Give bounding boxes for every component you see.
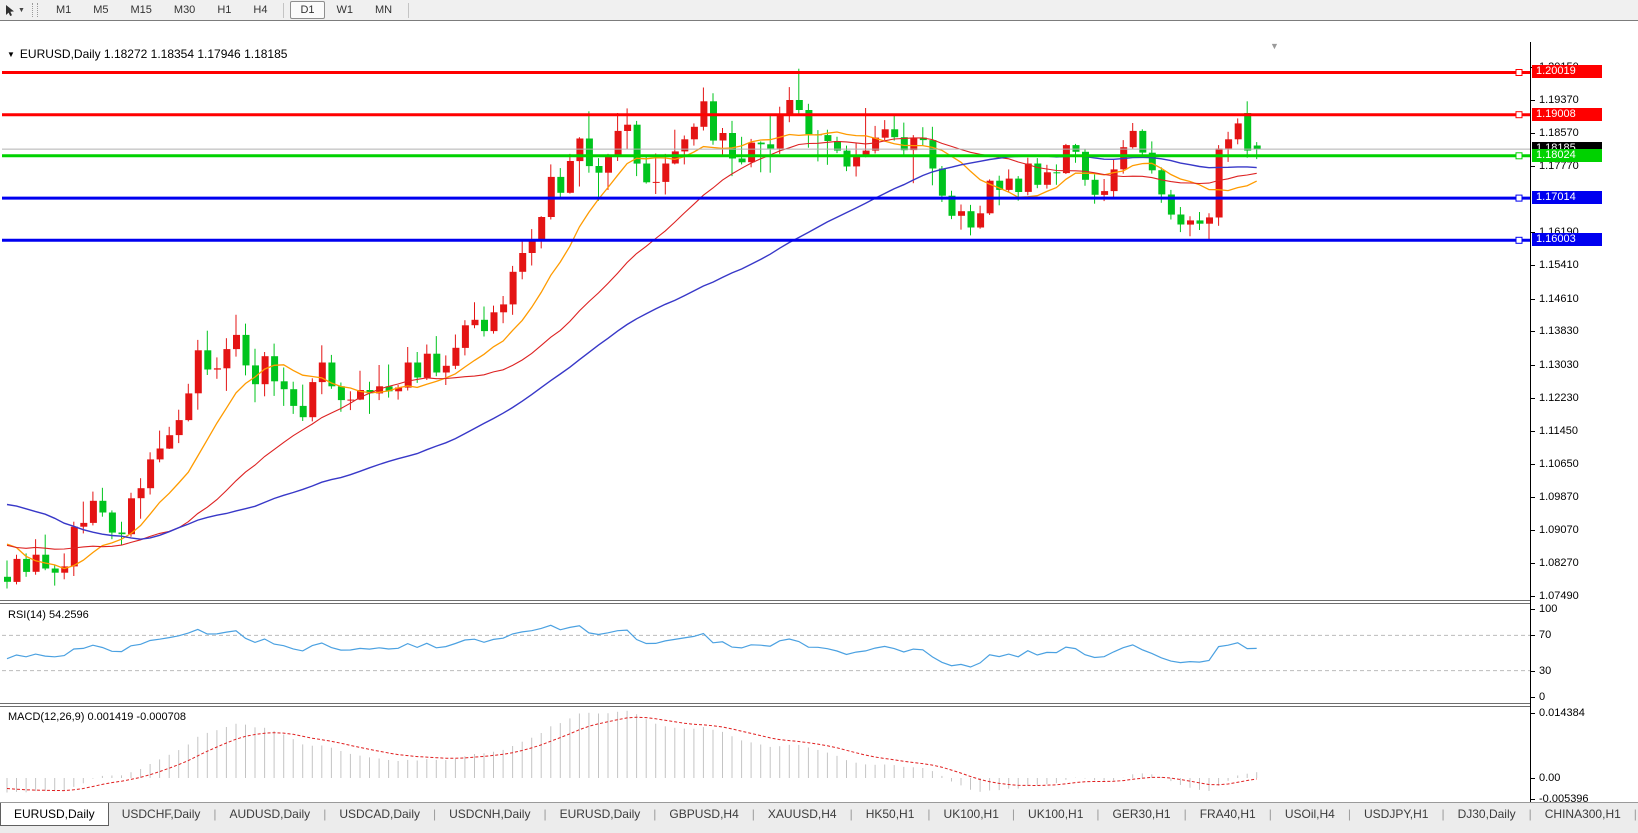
chart-tab-usoil-h4[interactable]: USOil,H4 [1272,804,1348,825]
price-axis[interactable]: 1.201501.193701.185701.177701.161901.154… [1531,42,1638,804]
macd-tick [1531,799,1535,800]
price-tick [1531,530,1535,531]
price-tick-label: 1.07490 [1539,590,1579,602]
macd-indicator-label: MACD(12,26,9) 0.001419 -0.000708 [8,711,186,723]
chart-tab-usdcad-daily[interactable]: USDCAD,Daily [326,804,433,825]
price-tick [1531,331,1535,332]
level-price-tag: 1.18024 [1532,149,1602,162]
price-tick-label: 1.12230 [1539,392,1579,404]
chart-tab-dj30-daily[interactable]: DJ30,Daily [1445,804,1529,825]
price-tick-label: 1.08270 [1539,557,1579,569]
timeframe-button-m15[interactable]: M15 [121,1,162,19]
chart-tab-uk100-h1[interactable]: UK100,H1 [1015,804,1096,825]
rsi-tick-label: 70 [1539,629,1551,641]
price-tick [1531,563,1535,564]
timeframe-button-d1[interactable]: D1 [290,1,324,19]
timeframe-button-w1[interactable]: W1 [327,1,364,19]
price-tick-label: 1.13030 [1539,359,1579,371]
rsi-panel[interactable] [2,605,1530,702]
price-tick-label: 1.09870 [1539,491,1579,503]
price-tick [1531,431,1535,432]
macd-tick-label: 0.014384 [1539,707,1585,719]
rsi-indicator-label: RSI(14) 54.2596 [8,609,89,621]
chart-tab-uk100-h1[interactable]: UK100,H1 [931,804,1012,825]
chart-tab-audusd-daily[interactable]: AUDUSD,Daily [217,804,324,825]
chart-tab-bar: EURUSD,DailyUSDCHF,Daily|AUDUSD,Daily|US… [0,802,1638,833]
rsi-tick-label: 30 [1539,665,1551,677]
rsi-tick [1531,697,1535,698]
price-tick-label: 1.14610 [1539,293,1579,305]
rsi-tick [1531,671,1535,672]
top-toolbar: ▼ M1M5M15M30H1H4 D1W1MN [0,0,1638,21]
price-tick [1531,497,1535,498]
chart-tab-eurusd-daily[interactable]: EURUSD,Daily [547,804,654,825]
rsi-tick-label: 0 [1539,691,1545,703]
rsi-tick-label: 100 [1539,603,1557,615]
timeframe-button-m5[interactable]: M5 [83,1,118,19]
chart-tab-usdjpy-h1[interactable]: USDJPY,H1 [1351,804,1441,825]
price-tick [1531,596,1535,597]
price-tick [1531,100,1535,101]
level-price-tag: 1.16003 [1532,233,1602,246]
chart-tab-fra40-h1[interactable]: FRA40,H1 [1187,804,1269,825]
price-tick [1531,265,1535,266]
main-price-chart[interactable] [2,42,1530,600]
collapse-triangle-icon[interactable]: ▼ [7,50,15,59]
price-tick [1531,365,1535,366]
toolbar-separator [283,3,284,18]
chart-tab-usdcnh-daily[interactable]: USDCNH,Daily [436,804,543,825]
toolbar-separator [408,3,409,18]
panel-divider[interactable] [0,600,1531,601]
panel-divider[interactable] [0,703,1531,704]
level-price-tag: 1.17014 [1532,191,1602,204]
cursor-icon [4,4,16,17]
chart-tab-eurusd-daily[interactable]: EURUSD,Daily [0,803,109,826]
level-price-tag: 1.19008 [1532,108,1602,121]
rsi-tick [1531,635,1535,636]
timeframe-button-m1[interactable]: M1 [46,1,81,19]
chart-tab-gbpusd-h4[interactable]: GBPUSD,H4 [656,804,751,825]
macd-panel[interactable] [2,707,1530,804]
price-tick [1531,299,1535,300]
chart-tab-xauusd-h4[interactable]: XAUUSD,H4 [755,804,850,825]
price-tick-label: 1.15410 [1539,259,1579,271]
price-tick-label: 1.19370 [1539,94,1579,106]
timeframe-button-mn[interactable]: MN [365,1,402,19]
timeframe-button-h1[interactable]: H1 [207,1,241,19]
price-tick [1531,464,1535,465]
chart-window: ▼ EURUSD,Daily 1.18272 1.18354 1.17946 1.… [0,20,1638,802]
chart-tab-china300-h1[interactable]: CHINA300,H1 [1532,804,1634,825]
macd-tick-label: 0.00 [1539,772,1560,784]
price-tick [1531,133,1535,134]
chart-tab-hk50-h1[interactable]: HK50,H1 [853,804,928,825]
price-tick [1531,398,1535,399]
price-tick-label: 1.18570 [1539,127,1579,139]
macd-tick [1531,713,1535,714]
panel-divider[interactable] [0,603,1531,604]
cursor-tool-button[interactable]: ▼ [4,4,28,17]
timeframe-button-h4[interactable]: H4 [243,1,277,19]
chart-tab-usdchf-daily[interactable]: USDCHF,Daily [109,804,214,825]
chart-title-text: EURUSD,Daily 1.18272 1.18354 1.17946 1.1… [20,47,288,61]
price-tick-label: 1.09070 [1539,524,1579,536]
rsi-tick [1531,609,1535,610]
toolbar-grip [32,3,38,17]
timeframe-button-group: M1M5M15M30H1H4 D1W1MN [45,1,403,19]
cursor-tool-caret-icon[interactable]: ▼ [18,7,25,14]
price-tick-label: 1.13830 [1539,325,1579,337]
price-tick-label: 1.11450 [1539,425,1578,437]
macd-tick [1531,778,1535,779]
price-tick [1531,166,1535,167]
chart-shift-marker-icon[interactable]: ▼ [1270,41,1279,51]
timeframe-button-m30[interactable]: M30 [164,1,205,19]
chart-tab-ger30-h1[interactable]: GER30,H1 [1100,804,1184,825]
price-tick-label: 1.10650 [1539,458,1579,470]
trading-terminal: { "toolbar": { "cursor_tool_caret": "▼",… [0,0,1638,832]
level-price-tag: 1.20019 [1532,65,1602,78]
chart-title: ▼ EURUSD,Daily 1.18272 1.18354 1.17946 1.… [7,47,287,61]
